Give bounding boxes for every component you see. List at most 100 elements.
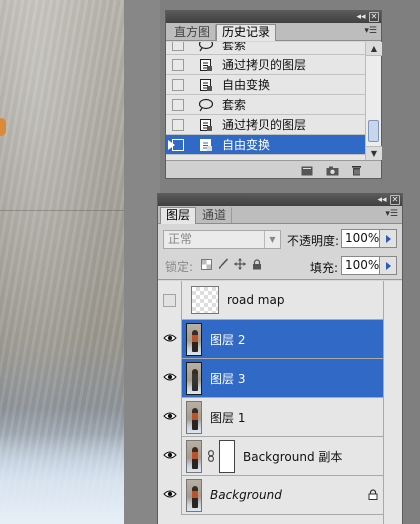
document-canvas[interactable]	[0, 0, 124, 524]
new-snapshot-icon[interactable]	[326, 165, 339, 175]
layer-thumbnail	[186, 361, 202, 395]
wall-seam	[0, 210, 124, 211]
history-item[interactable]: 通过拷贝的图层	[166, 115, 365, 135]
visibility-toggle[interactable]	[158, 475, 182, 515]
history-step-icon	[198, 77, 214, 93]
figure-thumb-graphic	[192, 329, 198, 352]
layer-name[interactable]: road map	[227, 293, 284, 307]
visibility-toggle[interactable]	[158, 281, 182, 320]
eye-icon[interactable]	[162, 410, 177, 424]
layers-panel-titlebar[interactable]: ◂◂ ✕	[158, 194, 402, 206]
fill-slider-arrow-icon[interactable]	[380, 256, 397, 275]
history-step-icon	[198, 137, 214, 153]
layer-row[interactable]: 图层 1	[158, 397, 402, 437]
canvas-image-fragment	[0, 118, 6, 136]
blend-mode-select[interactable]: 正常 ▼	[163, 230, 281, 249]
visibility-toggle[interactable]	[158, 319, 182, 359]
history-source-checkbox[interactable]	[172, 118, 184, 131]
visibility-toggle[interactable]	[158, 397, 182, 437]
layer-row-selected[interactable]: 图层 3	[158, 358, 402, 398]
close-icon[interactable]: ✕	[369, 12, 379, 22]
figure-thumb-graphic	[192, 407, 198, 430]
collapse-icon[interactable]: ◂◂	[356, 12, 366, 22]
history-tabrow: 直方图 历史记录 ▾☰	[166, 23, 381, 41]
eye-icon[interactable]	[162, 449, 177, 463]
opacity-label: 不透明度:	[287, 234, 340, 248]
history-list: 套索 通过拷贝的图层 自由变换 套索 通过拷贝的图层 自由变换	[166, 42, 365, 160]
opacity-slider-arrow-icon[interactable]	[380, 229, 397, 248]
lasso-icon	[198, 42, 214, 53]
layer-name[interactable]: Background	[210, 488, 282, 502]
eye-icon[interactable]	[162, 371, 177, 385]
workspace-background	[124, 0, 160, 524]
layers-tabrow: 图层 通道 ▾☰	[158, 206, 402, 224]
fill-input[interactable]: 100%	[341, 256, 380, 275]
history-source-checkbox[interactable]	[172, 78, 184, 91]
delete-state-icon[interactable]	[351, 165, 363, 175]
history-source-checkbox[interactable]	[172, 58, 184, 71]
tab-channels[interactable]: 通道	[196, 207, 233, 223]
layer-thumbnail	[186, 400, 202, 434]
layer-thumbnail	[186, 439, 202, 473]
new-document-from-state-icon[interactable]	[301, 165, 313, 175]
scroll-down-icon[interactable]: ▼	[366, 146, 382, 160]
history-item-label: 自由变换	[222, 78, 271, 92]
tab-layers[interactable]: 图层	[160, 207, 197, 224]
history-source-checkbox[interactable]	[172, 42, 184, 51]
layer-thumbnail	[186, 478, 202, 512]
opacity-input[interactable]: 100%	[341, 229, 380, 248]
layer-row[interactable]: road map	[158, 281, 402, 320]
layer-lock-icon	[368, 489, 378, 503]
lock-all-icon[interactable]	[251, 258, 263, 270]
history-scrollbar[interactable]: ▲ ▼	[365, 42, 382, 160]
history-item[interactable]: 通过拷贝的图层	[166, 55, 365, 75]
visibility-off-box[interactable]	[163, 293, 176, 307]
history-source-checkbox[interactable]	[172, 98, 184, 111]
layer-row-selected[interactable]: 图层 2	[158, 319, 402, 359]
close-icon[interactable]: ✕	[390, 195, 400, 205]
visibility-toggle[interactable]	[158, 436, 182, 476]
history-panel: ◂◂ ✕ 直方图 历史记录 ▾☰ 套索 通过拷贝的图层 自由变换 套索 通过拷贝…	[165, 10, 382, 179]
lock-transparent-pixels-icon[interactable]	[200, 258, 212, 270]
layer-thumbnail	[186, 322, 202, 356]
eye-icon[interactable]	[162, 488, 177, 502]
history-item[interactable]: 套索	[166, 95, 365, 115]
history-item[interactable]: 套索	[166, 42, 365, 55]
lock-image-pixels-icon[interactable]	[217, 258, 229, 270]
layer-name[interactable]: 图层 2	[210, 331, 245, 348]
tab-history[interactable]: 历史记录	[216, 24, 277, 41]
figure-thumb-graphic	[192, 446, 198, 469]
lock-label: 锁定:	[165, 260, 194, 274]
collapse-icon[interactable]: ◂◂	[377, 195, 387, 205]
visibility-toggle[interactable]	[158, 358, 182, 398]
mask-link-icon[interactable]	[208, 450, 216, 462]
history-item-label: 套索	[222, 42, 247, 52]
layer-name[interactable]: 图层 1	[210, 409, 245, 426]
layer-name[interactable]: 图层 3	[210, 370, 245, 387]
history-item-label: 自由变换	[222, 138, 271, 152]
lasso-icon	[198, 97, 214, 113]
history-step-icon	[198, 57, 214, 73]
scroll-thumb[interactable]	[368, 120, 379, 142]
layer-row[interactable]: Background	[158, 475, 402, 515]
panel-menu-icon[interactable]: ▾☰	[385, 209, 398, 219]
lock-icons	[200, 258, 263, 270]
scroll-up-icon[interactable]: ▲	[366, 42, 382, 56]
lock-position-icon[interactable]	[234, 258, 246, 270]
layer-mask-thumbnail[interactable]	[219, 439, 235, 473]
layer-list: road map 图层 2 图层 3 图层 1 Background 副本 Ba…	[158, 281, 402, 524]
history-item-selected[interactable]: 自由变换	[166, 135, 365, 155]
fill-label: 填充:	[310, 261, 339, 275]
history-item-label: 通过拷贝的图层	[222, 58, 307, 72]
layer-row[interactable]: Background 副本	[158, 436, 402, 476]
layer-name[interactable]: Background 副本	[243, 448, 342, 465]
history-item[interactable]: 自由变换	[166, 75, 365, 95]
blend-mode-value: 正常	[168, 232, 193, 246]
tab-histogram[interactable]: 直方图	[168, 24, 217, 40]
history-panel-titlebar[interactable]: ◂◂ ✕	[166, 11, 381, 23]
panel-menu-icon[interactable]: ▾☰	[364, 26, 377, 36]
eye-icon[interactable]	[162, 332, 177, 346]
layers-scrollbar[interactable]	[383, 281, 402, 524]
chevron-down-icon[interactable]: ▼	[264, 231, 280, 248]
figure-thumb-graphic	[192, 368, 198, 391]
